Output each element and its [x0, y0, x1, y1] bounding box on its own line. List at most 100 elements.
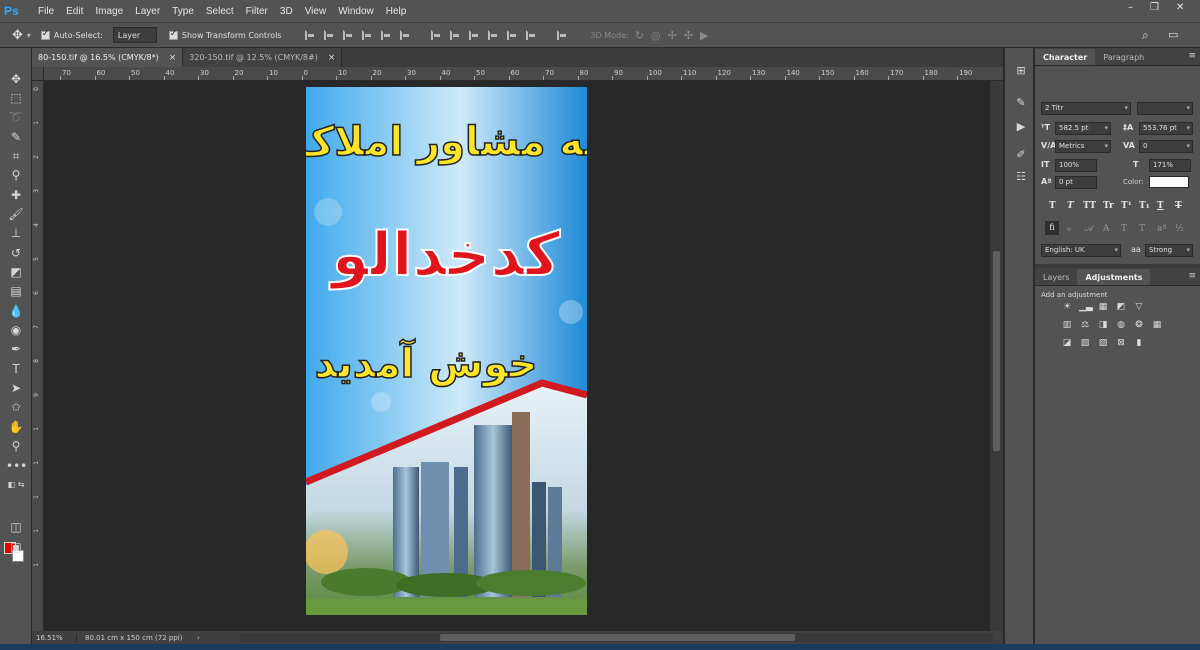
auto-align-icon[interactable]	[557, 30, 567, 40]
menu-filter[interactable]: Filter	[242, 6, 276, 17]
pen-tool-icon[interactable]: ✒	[6, 340, 26, 358]
tab-document-2[interactable]: 320-150.tif @ 12.5% (CMYK/8#) ×	[183, 48, 343, 67]
exposure-icon[interactable]: ◩	[1115, 302, 1127, 312]
eyedropper-icon[interactable]: ⚲	[6, 166, 26, 184]
screen-mode-icon[interactable]: ▣	[6, 538, 26, 556]
dodge-tool-icon[interactable]: ◉	[6, 321, 26, 339]
clone-stamp-icon[interactable]: ⊥	[6, 224, 26, 242]
all-caps-icon[interactable]: TT	[1083, 201, 1096, 211]
align-hcenter-icon[interactable]	[381, 30, 391, 40]
auto-select-dropdown[interactable]: Layer	[112, 27, 157, 43]
restore-button[interactable]: ❐	[1150, 2, 1159, 13]
search-icon[interactable]: ⌕	[1142, 28, 1149, 43]
brightness-icon[interactable]: ☀	[1061, 302, 1073, 312]
faux-italic-icon[interactable]: T	[1067, 201, 1074, 211]
leading-input[interactable]: 553.76 pt ▾	[1139, 122, 1193, 135]
shape-tool-icon[interactable]: ✩	[6, 398, 26, 416]
lasso-tool-icon[interactable]: ➰	[6, 108, 26, 126]
brush-tool-icon[interactable]: 🖌	[6, 205, 26, 223]
distribute-bottom-icon[interactable]	[469, 30, 479, 40]
path-select-icon[interactable]: ➤	[6, 379, 26, 397]
gradient-tool-icon[interactable]: ▤	[6, 282, 26, 300]
zoom-level[interactable]: 16.51%	[32, 633, 77, 642]
ligatures-button[interactable]: fi	[1045, 221, 1059, 235]
menu-edit[interactable]: Edit	[62, 6, 91, 17]
move-tool-icon[interactable]: ✥	[6, 70, 26, 88]
font-size-input[interactable]: 582.5 pt ▾	[1055, 122, 1111, 135]
menu-window[interactable]: Window	[334, 6, 382, 17]
horizontal-scrollbar[interactable]	[239, 633, 993, 642]
channel-mixer-icon[interactable]: ❂	[1133, 320, 1145, 330]
align-top-icon[interactable]	[305, 30, 315, 40]
crop-tool-icon[interactable]: ⌗	[6, 147, 26, 165]
levels-icon[interactable]: ▁▃	[1079, 302, 1093, 312]
chevron-down-icon[interactable]: ▾	[27, 31, 31, 40]
invert-icon[interactable]: ◪	[1061, 338, 1073, 348]
align-left-icon[interactable]	[362, 30, 372, 40]
kerning-select[interactable]: Metrics ▾	[1055, 140, 1111, 153]
tab-adjustments[interactable]: Adjustments	[1077, 269, 1151, 285]
faux-bold-icon[interactable]: T	[1049, 201, 1056, 211]
color-balance-icon[interactable]: ⚖	[1079, 320, 1091, 330]
brush-settings-icon[interactable]: ✐	[1013, 148, 1029, 164]
alternates-icon[interactable]: A	[1103, 224, 1110, 234]
menu-3d[interactable]: 3D	[276, 6, 301, 17]
vertical-scale-input[interactable]: 100%	[1055, 159, 1097, 172]
blur-tool-icon[interactable]: 💧	[6, 302, 26, 320]
curves-icon[interactable]: ▦	[1097, 302, 1109, 312]
menu-image[interactable]: Image	[91, 6, 131, 17]
type-tool-icon[interactable]: T	[6, 360, 26, 378]
photo-filter-icon[interactable]: ◍	[1115, 320, 1127, 330]
oldstyle-icon[interactable]: ℴ	[1067, 224, 1071, 234]
ordinals-icon[interactable]: aª	[1157, 224, 1167, 234]
tab-layers[interactable]: Layers	[1035, 269, 1077, 285]
actions-play-icon[interactable]: ▶	[1013, 120, 1029, 136]
transform-controls-checkbox[interactable]	[168, 29, 178, 40]
antialias-select[interactable]: Strong ▾	[1145, 244, 1193, 257]
auto-select-checkbox[interactable]	[40, 29, 50, 40]
baseline-shift-input[interactable]: 0 pt	[1055, 176, 1097, 189]
vertical-scrollbar[interactable]	[990, 81, 1003, 631]
default-colors-icon[interactable]: ◧ ⇆	[6, 476, 26, 494]
align-bottom-icon[interactable]	[343, 30, 353, 40]
close-icon[interactable]: ×	[328, 53, 336, 63]
panel-menu-icon[interactable]: ≡	[1188, 51, 1196, 61]
fractions-icon[interactable]: ½	[1175, 224, 1184, 234]
brush-presets-icon[interactable]: ✎	[1013, 96, 1029, 112]
move-tool-icon[interactable]: ✥	[12, 28, 23, 43]
distribute-right-icon[interactable]	[526, 30, 536, 40]
quick-select-icon[interactable]: ✎	[6, 128, 26, 146]
horizontal-scale-input[interactable]: 171%	[1149, 159, 1191, 172]
menu-select[interactable]: Select	[202, 6, 242, 17]
hue-saturation-icon[interactable]: ▥	[1061, 320, 1073, 330]
3d-rotate-icon[interactable]: ↻	[635, 29, 644, 42]
3d-roll-icon[interactable]: ◎	[651, 29, 661, 42]
titling-icon[interactable]: T	[1121, 224, 1127, 234]
selective-color-icon[interactable]: ⊠	[1115, 338, 1127, 348]
more-tools-icon[interactable]: •••	[6, 457, 27, 475]
tracking-select[interactable]: 0 ▾	[1139, 140, 1193, 153]
menu-file[interactable]: File	[34, 6, 62, 17]
tab-paragraph[interactable]: Paragraph	[1095, 49, 1152, 65]
align-vcenter-icon[interactable]	[324, 30, 334, 40]
underline-icon[interactable]: T	[1157, 201, 1164, 211]
menu-help[interactable]: Help	[382, 6, 415, 17]
posterize-icon[interactable]: ▧	[1079, 338, 1091, 348]
minimize-button[interactable]: –	[1128, 2, 1133, 13]
menu-view[interactable]: View	[301, 6, 335, 17]
close-icon[interactable]: ×	[169, 53, 177, 63]
font-style-select[interactable]: ▾	[1137, 102, 1193, 115]
marquee-tool-icon[interactable]: ⬚	[6, 89, 26, 107]
menu-layer[interactable]: Layer	[131, 6, 168, 17]
black-white-icon[interactable]: ◨	[1097, 320, 1109, 330]
color-lookup-icon[interactable]: ▦	[1151, 320, 1163, 330]
distribute-left-icon[interactable]	[488, 30, 498, 40]
strikethrough-icon[interactable]: T	[1175, 201, 1182, 211]
healing-brush-icon[interactable]: ✚	[6, 186, 26, 204]
zoom-tool-icon[interactable]: ⚲	[6, 437, 26, 455]
3d-slide-icon[interactable]: ✣	[684, 29, 693, 42]
language-select[interactable]: English: UK ▾	[1041, 244, 1121, 257]
scroll-thumb[interactable]	[993, 251, 1000, 451]
tab-character[interactable]: Character	[1035, 49, 1096, 65]
align-right-icon[interactable]	[400, 30, 410, 40]
